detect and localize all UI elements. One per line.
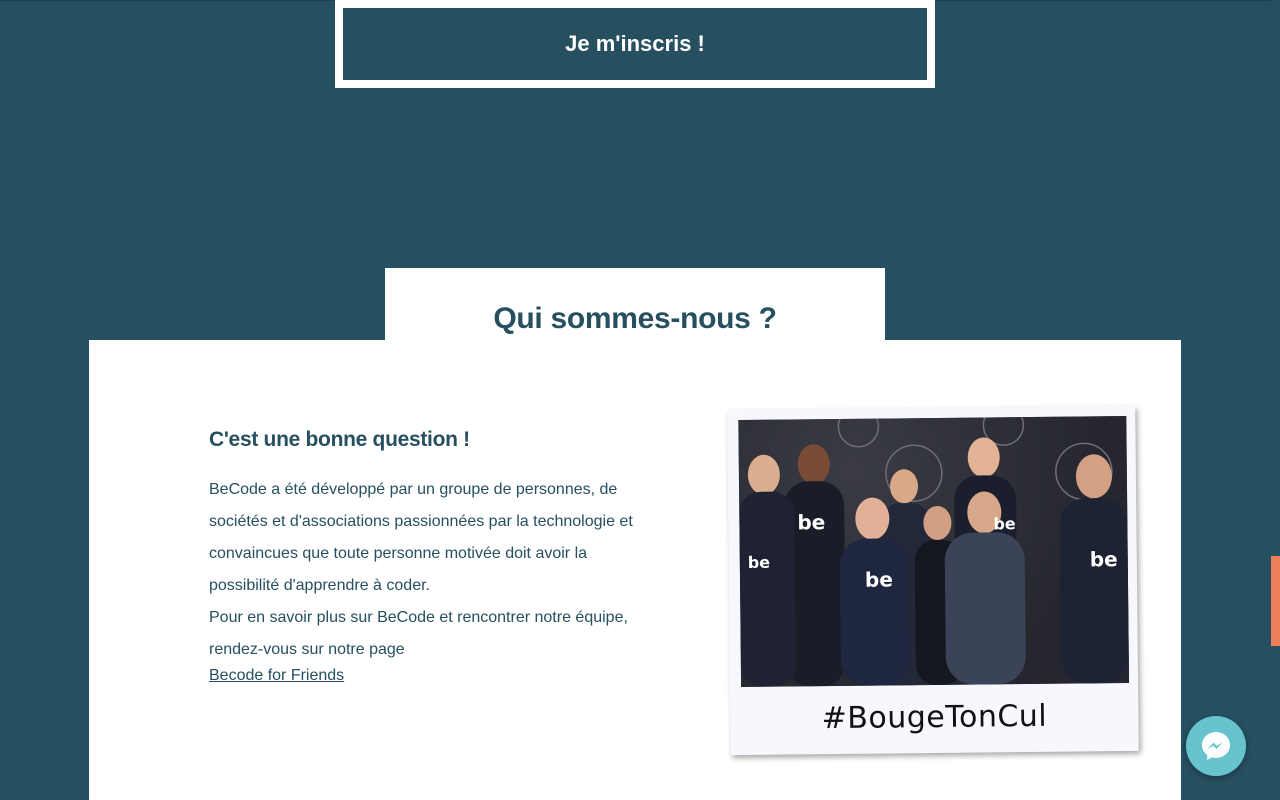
svg-text:be: be: [797, 510, 825, 534]
svg-text:be: be: [1090, 547, 1118, 571]
team-photo: be be be be be: [738, 415, 1130, 688]
becode-for-friends-link[interactable]: Becode for Friends: [209, 666, 344, 686]
photo-caption: #BougeTonCul: [821, 698, 1048, 737]
about-paragraph-2: Pour en savoir plus sur BeCode et rencon…: [209, 609, 628, 658]
about-paragraph-1: BeCode a été développé par un groupe de …: [209, 481, 633, 594]
section-title: Qui sommes-nous ?: [493, 302, 777, 335]
about-text: C'est une bonne question ! BeCode a été …: [209, 428, 649, 686]
scrollbar-thumb[interactable]: [1271, 556, 1280, 646]
svg-text:be: be: [993, 514, 1016, 533]
signup-button[interactable]: Je m'inscris !: [343, 8, 927, 80]
scrollbar[interactable]: [1271, 0, 1280, 800]
messenger-icon: [1202, 732, 1230, 760]
signup-frame: Je m'inscris !: [335, 0, 935, 88]
messenger-chat-button[interactable]: [1186, 716, 1246, 776]
team-polaroid: be be be be be #BougeTonCul: [727, 405, 1139, 756]
section-heading-tab: Qui sommes-nous ?: [385, 268, 885, 342]
svg-text:be: be: [865, 567, 893, 591]
about-card: C'est une bonne question ! BeCode a été …: [89, 340, 1181, 800]
svg-text:be: be: [748, 553, 771, 572]
about-heading: C'est une bonne question !: [209, 428, 470, 451]
